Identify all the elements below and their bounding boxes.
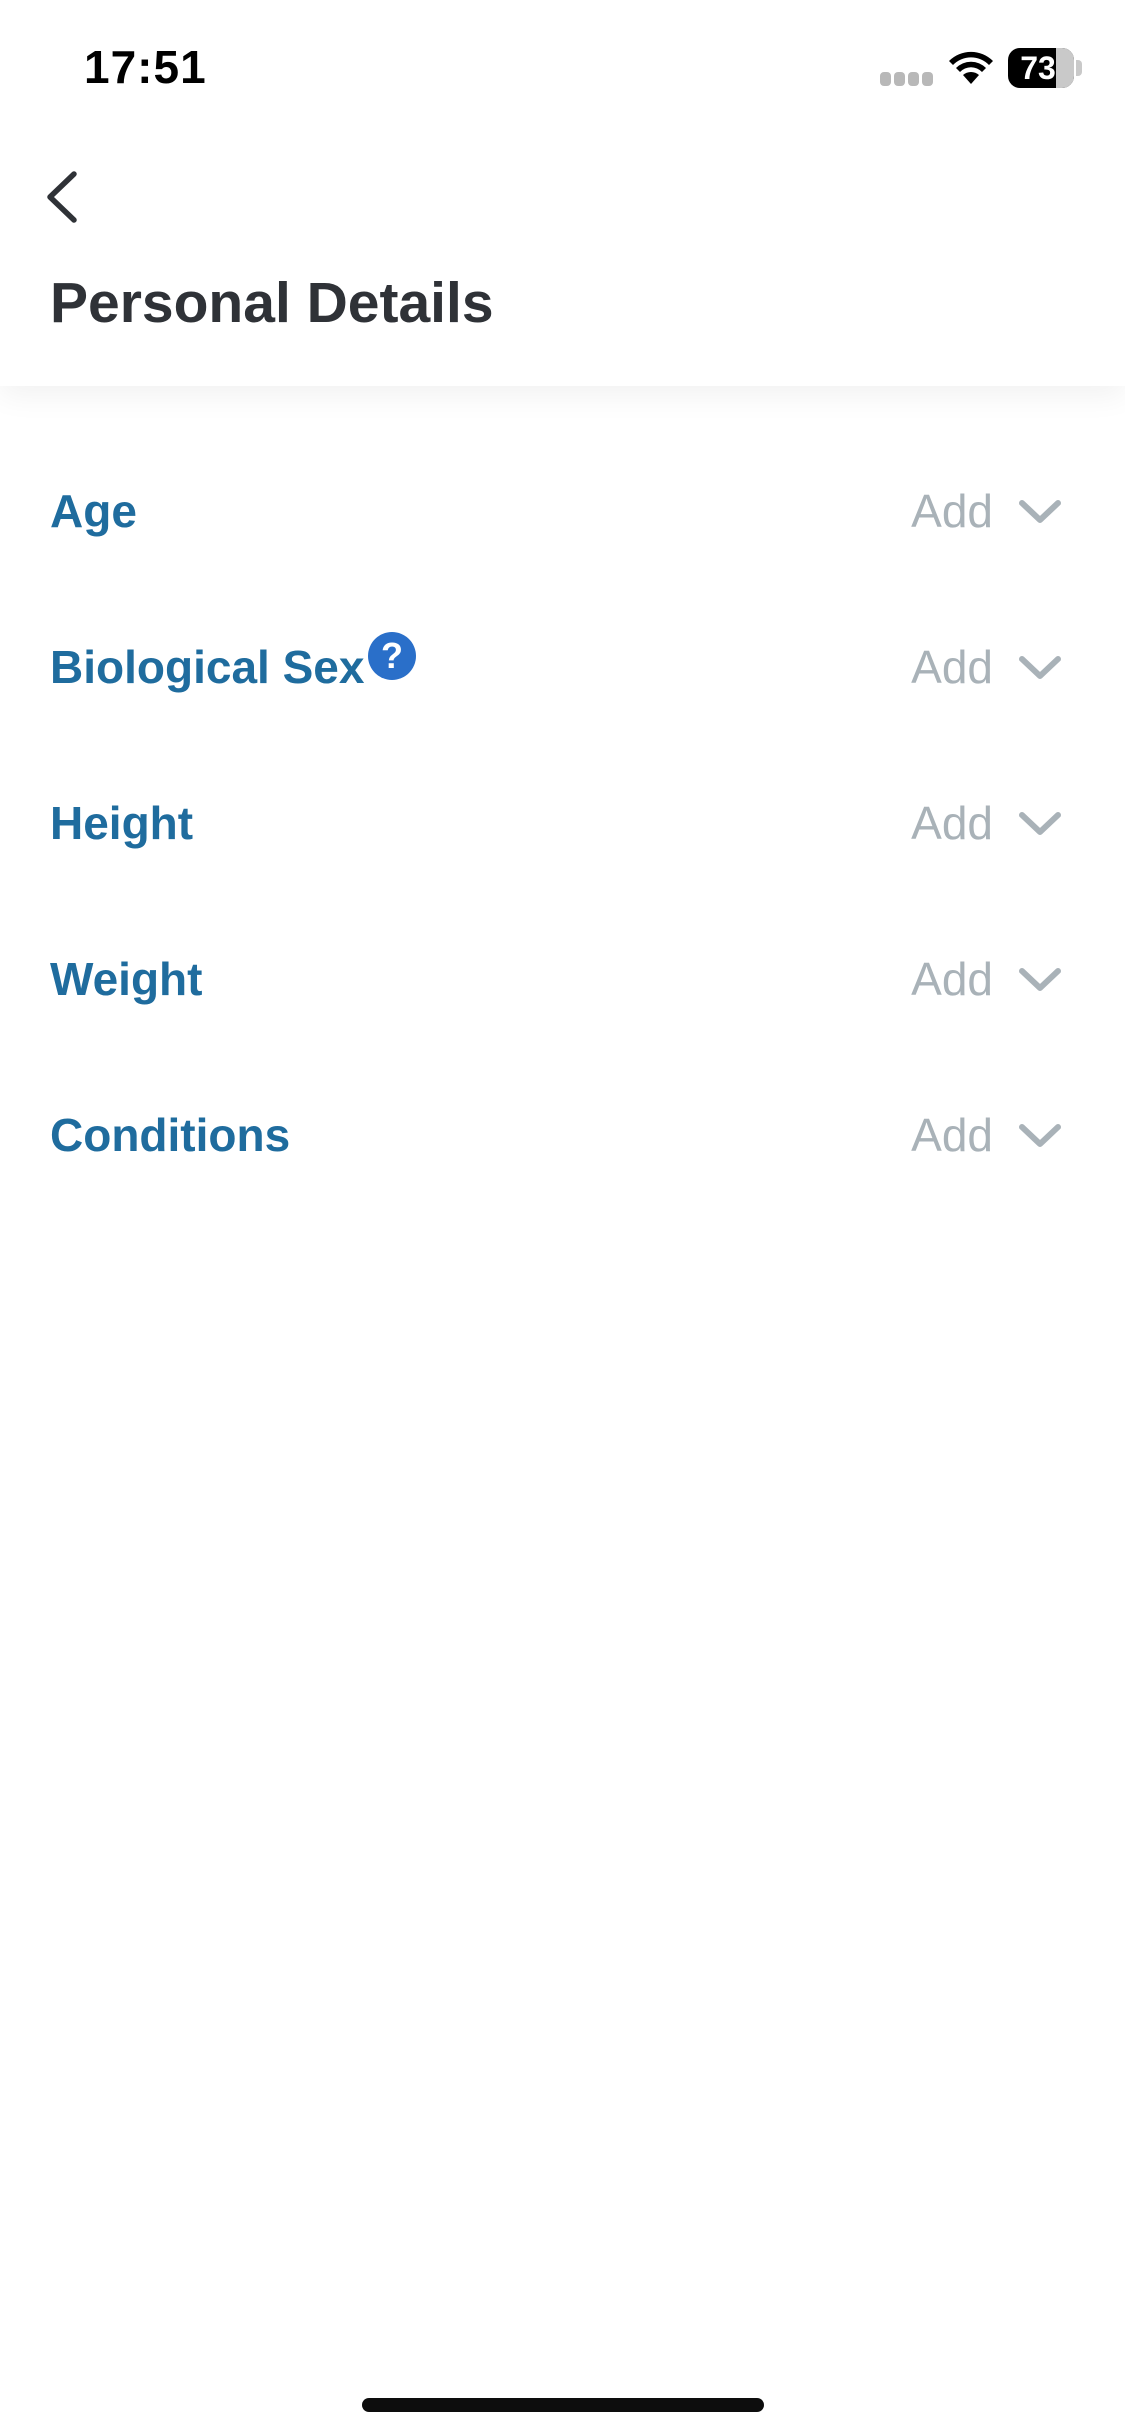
row-label: Conditions — [50, 1109, 291, 1161]
chevron-down-icon — [1019, 968, 1061, 991]
row-conditions[interactable]: Conditions Add — [0, 1062, 1125, 1218]
wifi-icon — [949, 51, 993, 84]
cellular-signal-icon — [880, 72, 934, 86]
battery-icon: 73 — [1008, 48, 1074, 88]
add-age-button[interactable]: Add — [865, 438, 1125, 594]
header: 17:51 73 Personal Details — [0, 0, 1125, 386]
add-label: Add — [911, 1109, 993, 1161]
page-title: Personal Details — [50, 271, 494, 335]
status-time: 17:51 — [84, 41, 207, 93]
row-biological-sex[interactable]: Biological Sex Add — [0, 594, 1125, 750]
details-list: Age Add Biological Sex Add Height Add We… — [0, 438, 1125, 1218]
chevron-down-icon — [1019, 812, 1061, 835]
row-height[interactable]: Height Add — [0, 750, 1125, 906]
add-label: Add — [911, 953, 993, 1005]
add-biological-sex-button[interactable]: Add — [865, 594, 1125, 750]
row-label: Weight — [50, 953, 203, 1005]
row-label: Age — [50, 485, 137, 537]
add-label: Add — [911, 485, 993, 537]
add-height-button[interactable]: Add — [865, 750, 1125, 906]
screen: 17:51 73 Personal Details Age Add Biolog… — [0, 0, 1125, 2436]
add-label: Add — [911, 797, 993, 849]
chevron-down-icon — [1019, 500, 1061, 523]
battery-level: 73 — [1020, 50, 1056, 86]
row-weight[interactable]: Weight Add — [0, 906, 1125, 1062]
chevron-left-icon — [47, 171, 77, 223]
back-button[interactable] — [36, 160, 96, 234]
add-label: Add — [911, 641, 993, 693]
home-indicator[interactable] — [362, 2398, 764, 2412]
status-bar: 17:51 73 — [0, 0, 1125, 140]
add-conditions-button[interactable]: Add — [865, 1062, 1125, 1218]
add-weight-button[interactable]: Add — [865, 906, 1125, 1062]
battery-cap — [1076, 60, 1082, 76]
chevron-down-icon — [1019, 656, 1061, 679]
row-label: Biological Sex — [50, 641, 365, 693]
question-mark-icon[interactable]: ? — [368, 632, 416, 680]
chevron-down-icon — [1019, 1124, 1061, 1147]
row-age[interactable]: Age Add — [0, 438, 1125, 594]
row-label: Height — [50, 797, 194, 849]
